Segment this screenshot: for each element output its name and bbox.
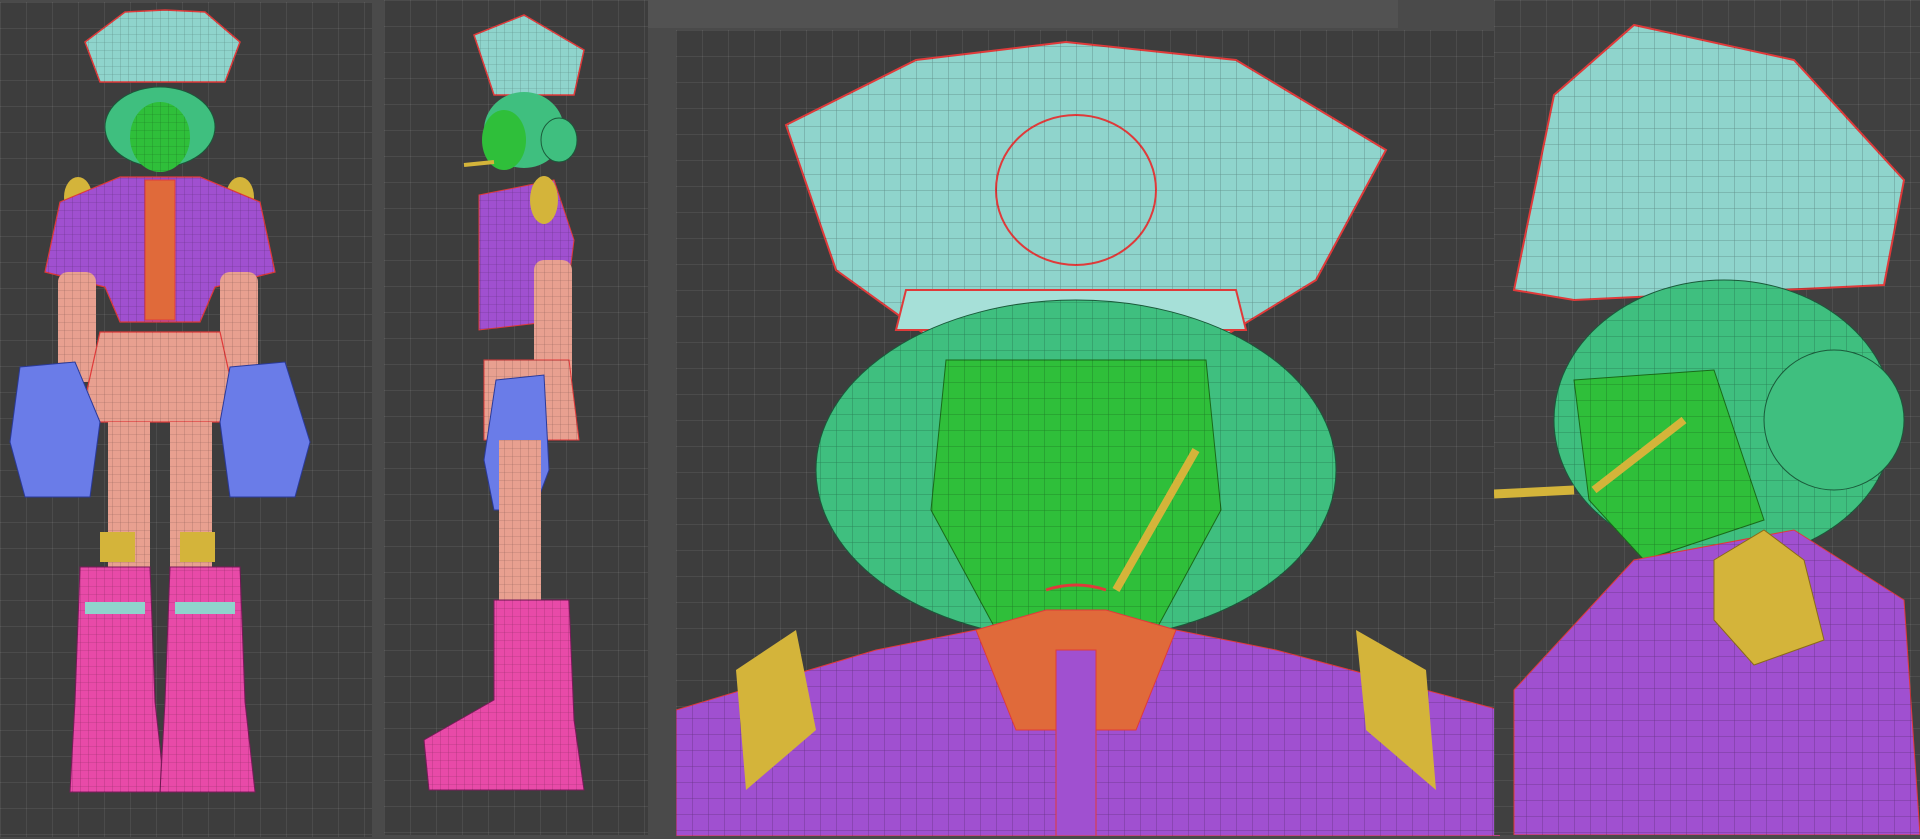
character-front-model bbox=[9, 9, 311, 793]
viewport-front-view[interactable] bbox=[0, 2, 372, 837]
viewport-side-view[interactable] bbox=[384, 0, 648, 835]
viewport-header-strip bbox=[648, 0, 1398, 28]
head-front-model bbox=[676, 40, 1500, 836]
head-three-quarter-model bbox=[1494, 23, 1920, 835]
viewport-head-closeup-front[interactable] bbox=[676, 30, 1500, 836]
glove-right bbox=[9, 361, 101, 498]
viewport-head-three-quarter[interactable] bbox=[1494, 0, 1920, 835]
character-side-model bbox=[423, 14, 585, 791]
glove-left bbox=[219, 361, 311, 498]
